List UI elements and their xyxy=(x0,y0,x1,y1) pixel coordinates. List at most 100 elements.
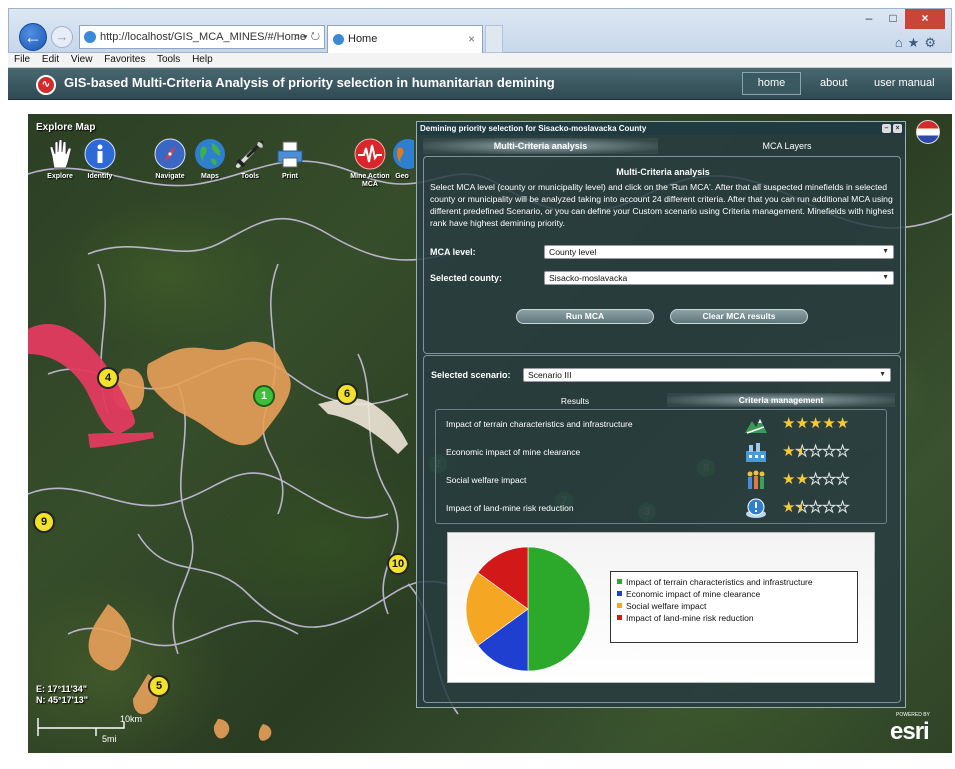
star-empty-icon[interactable]: ★ xyxy=(808,499,822,517)
window-controls: – □ × xyxy=(857,9,945,29)
menu-file[interactable]: File xyxy=(14,54,30,65)
scale-bar: 10km 5mi xyxy=(36,714,146,744)
minefield-red-2 xyxy=(88,432,154,448)
criteria-rating-stars[interactable]: ★★★★★ xyxy=(782,415,849,432)
legend-item: Economic impact of mine clearance xyxy=(617,588,851,600)
panel-title-text: Demining priority selection for Sisacko-… xyxy=(420,124,647,133)
coordinate-readout: E: 17°11'34" N: 45°17'13" xyxy=(36,684,88,706)
scenario-select[interactable]: Scenario III ▼ xyxy=(523,368,891,382)
tab-title: Home xyxy=(348,33,378,45)
coord-east: E: 17°11'34" xyxy=(36,684,88,694)
tool-explore[interactable]: Explore xyxy=(38,138,82,181)
tool-print-label: Print xyxy=(282,173,298,180)
tool-geo[interactable]: Geo xyxy=(390,138,414,181)
criteria-rating-stars[interactable]: ★★★★★ xyxy=(782,443,850,461)
tab-close-icon[interactable]: × xyxy=(468,26,475,52)
tool-mine-action-mca[interactable]: Mine Action MCA xyxy=(348,138,392,189)
star-full-icon[interactable]: ★ xyxy=(782,415,795,432)
nav-about[interactable]: about xyxy=(820,77,848,89)
criteria-rating-stars[interactable]: ★★★★★ xyxy=(782,471,850,489)
star-empty-icon[interactable]: ★ xyxy=(808,443,822,461)
county-chevron-down-icon: ▼ xyxy=(882,274,889,281)
tab-ie-icon xyxy=(333,34,344,45)
star-empty-icon[interactable]: ★ xyxy=(822,443,836,461)
star-full-icon[interactable]: ★ xyxy=(822,415,835,432)
panel-close-icon[interactable]: × xyxy=(893,124,902,133)
tab-multi-criteria-analysis[interactable]: Multi-Criteria analysis xyxy=(423,138,658,154)
star-empty-icon[interactable]: ★ xyxy=(835,443,849,461)
home-star-gear-icons[interactable]: ⌂★⚙ xyxy=(895,35,941,51)
menu-view[interactable]: View xyxy=(71,54,93,65)
croatia-flag-icon[interactable] xyxy=(916,120,940,144)
tab-criteria-management[interactable]: Criteria management xyxy=(667,393,895,407)
wrench-screwdriver-icon xyxy=(236,140,264,168)
star-full-icon[interactable]: ★ xyxy=(782,471,795,488)
star-empty-icon[interactable]: ★ xyxy=(808,471,822,489)
tool-tools[interactable]: Tools xyxy=(228,138,272,181)
run-mca-button[interactable]: Run MCA xyxy=(516,309,654,324)
map-marker-10[interactable]: 10 xyxy=(387,553,409,575)
address-url: http://localhost/GIS_MCA_MINES/#/Home xyxy=(100,31,307,43)
map-marker-6[interactable]: 6 xyxy=(336,383,358,405)
menu-help[interactable]: Help xyxy=(192,54,213,65)
criteria-rating-stars[interactable]: ★★★★★ xyxy=(782,499,850,517)
back-button[interactable]: ← xyxy=(19,23,47,51)
risk-warning-icon xyxy=(746,498,766,518)
tab-mca-layers[interactable]: MCA Layers xyxy=(673,138,901,154)
county-select[interactable]: Sisacko-moslavacka ▼ xyxy=(544,271,894,285)
map-marker-9[interactable]: 9 xyxy=(33,511,55,533)
info-icon xyxy=(84,138,116,170)
forward-button[interactable]: → xyxy=(51,26,73,48)
esri-logo[interactable]: esri xyxy=(890,718,930,746)
tool-navigate[interactable]: Navigate xyxy=(148,138,192,181)
nav-user-manual[interactable]: user manual xyxy=(874,77,935,89)
star-full-icon[interactable]: ★ xyxy=(836,415,849,432)
close-button[interactable]: × xyxy=(905,9,945,29)
mca-heading: Multi-Criteria analysis xyxy=(616,167,710,177)
minefield-orange-6 xyxy=(258,724,272,741)
menu-favorites[interactable]: Favorites xyxy=(104,54,145,65)
scale-mi: 5mi xyxy=(102,734,117,744)
star-half-icon[interactable]: ★ xyxy=(795,499,809,517)
tab-results[interactable]: Results xyxy=(535,396,615,406)
map-marker-4[interactable]: 4 xyxy=(97,367,119,389)
new-tab-button[interactable] xyxy=(485,25,503,53)
address-bar[interactable]: http://localhost/GIS_MCA_MINES/#/Home ⌕ … xyxy=(79,25,325,49)
browser-titlebar: ← → http://localhost/GIS_MCA_MINES/#/Hom… xyxy=(8,8,952,53)
star-full-icon[interactable]: ★ xyxy=(795,415,808,432)
star-empty-icon[interactable]: ★ xyxy=(835,499,849,517)
star-empty-icon[interactable]: ★ xyxy=(822,471,836,489)
legend-label: Impact of terrain characteristics and in… xyxy=(626,577,813,587)
star-empty-icon[interactable]: ★ xyxy=(835,471,849,489)
star-half-icon[interactable]: ★ xyxy=(795,443,809,461)
clear-mca-results-button[interactable]: Clear MCA results xyxy=(670,309,808,324)
address-tools[interactable]: ⌕ ▾ ↻ xyxy=(294,26,320,48)
tool-print[interactable]: Print xyxy=(268,138,312,181)
map-marker-5[interactable]: 5 xyxy=(148,675,170,697)
legend-swatch-blue xyxy=(617,591,622,596)
county-value: Sisacko-moslavacka xyxy=(549,273,628,283)
pie-chart-svg xyxy=(465,546,591,672)
tool-maps[interactable]: Maps xyxy=(188,138,232,181)
panel-window-buttons: – × xyxy=(882,124,902,133)
star-full-icon[interactable]: ★ xyxy=(782,443,795,460)
tool-maps-label: Maps xyxy=(201,173,219,180)
star-full-icon[interactable]: ★ xyxy=(795,471,808,488)
panel-minimize-icon[interactable]: – xyxy=(882,124,891,133)
mca-description: Select MCA level (county or municipality… xyxy=(430,182,894,228)
geo-globe-icon xyxy=(393,139,414,169)
menu-edit[interactable]: Edit xyxy=(42,54,59,65)
browser-tab-home[interactable]: Home × xyxy=(327,25,483,53)
minimize-button[interactable]: – xyxy=(857,9,881,29)
star-empty-icon[interactable]: ★ xyxy=(822,499,836,517)
star-full-icon[interactable]: ★ xyxy=(809,415,822,432)
legend-swatch-orange xyxy=(617,603,622,608)
star-full-icon[interactable]: ★ xyxy=(782,499,795,516)
menu-tools[interactable]: Tools xyxy=(157,54,180,65)
map-marker-1[interactable]: 1 xyxy=(253,385,275,407)
nav-home[interactable]: home xyxy=(742,72,801,95)
maximize-button[interactable]: □ xyxy=(881,9,905,29)
tool-identify[interactable]: Identify xyxy=(78,138,122,181)
mca-setup-section: Multi-Criteria analysis Select MCA level… xyxy=(423,156,901,354)
mca-level-select[interactable]: County level ▼ xyxy=(544,245,894,259)
